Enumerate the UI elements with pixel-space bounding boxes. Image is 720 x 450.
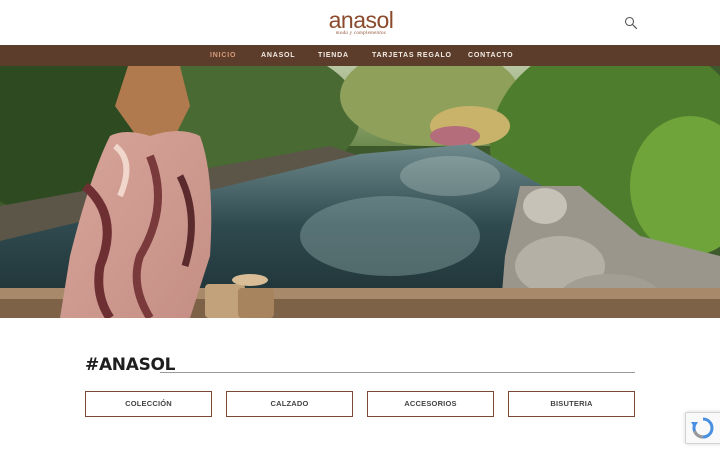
category-button-bisuteria[interactable]: BISUTERIA: [508, 391, 635, 417]
nav-item-tienda[interactable]: TIENDA: [318, 45, 349, 66]
nav-item-anasol[interactable]: ANASOL: [261, 45, 295, 66]
search-icon[interactable]: [624, 16, 638, 30]
category-button-calzado[interactable]: CALZADO: [226, 391, 353, 417]
logo-wordmark: anasol: [328, 7, 394, 33]
recaptcha-icon: [686, 417, 720, 447]
nav-item-inicio[interactable]: INICIO: [210, 45, 236, 66]
recaptcha-badge[interactable]: [685, 412, 720, 444]
logo-tagline: moda y complementos: [335, 31, 387, 36]
site-header: anasol moda y complementos: [0, 0, 720, 45]
hero-image: [0, 66, 720, 318]
category-button-coleccion[interactable]: COLECCIÓN: [85, 391, 212, 417]
nav-item-tarjetas-regalo[interactable]: TARJETAS REGALO: [372, 45, 452, 66]
site-logo[interactable]: anasol moda y complementos: [326, 9, 396, 37]
nav-item-contacto[interactable]: CONTACTO: [468, 45, 513, 66]
category-button-accesorios[interactable]: ACCESORIOS: [367, 391, 494, 417]
main-navigation: INICIO ANASOL TIENDA TARJETAS REGALO CON…: [0, 45, 720, 66]
title-divider: [160, 372, 635, 373]
